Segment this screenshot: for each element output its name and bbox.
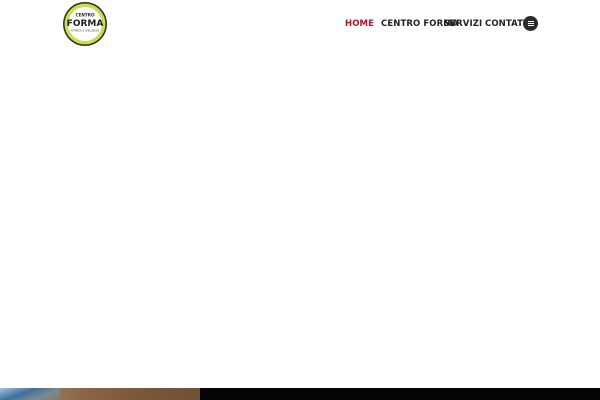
menu-toggle-button[interactable]	[523, 16, 538, 31]
site-header: CENTRO FORMA FITNESS & WELLNESS HOME CEN…	[0, 0, 600, 48]
banner-image-streak	[0, 388, 60, 400]
nav-item-home[interactable]: HOME	[345, 18, 374, 30]
hero-area	[0, 48, 600, 388]
banner-image-left	[0, 388, 200, 400]
nav-item-servizi[interactable]: SERVIZI	[444, 18, 482, 30]
hamburger-icon	[527, 21, 534, 22]
hamburger-icon-bar	[527, 25, 534, 26]
banner-dark-panel	[200, 388, 600, 400]
main-navigation: HOME CENTRO FORMA SERVIZI CONTATTI	[0, 0, 600, 48]
hamburger-icon-bar	[527, 23, 534, 24]
